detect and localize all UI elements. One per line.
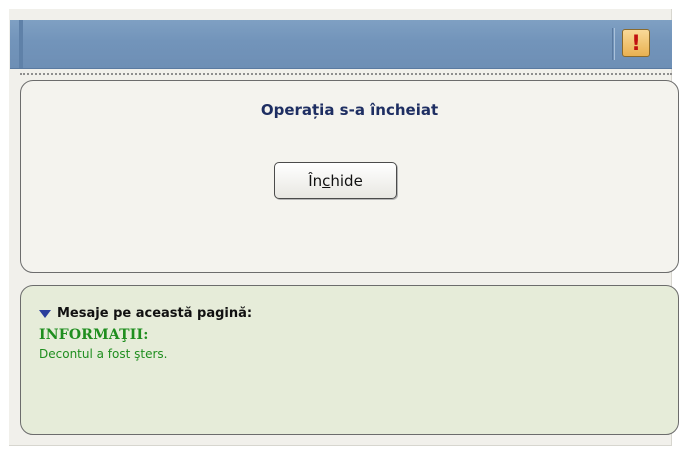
dialog-title: Operația s-a încheiat xyxy=(260,101,439,119)
exclamation-icon: ! xyxy=(631,30,641,55)
message-text: Decontul a fost şters. xyxy=(39,347,168,361)
message-type-label: INFORMAŢII: xyxy=(39,327,149,343)
triangle-down-icon xyxy=(39,310,51,318)
messages-panel: Mesaje pe această pagină: INFORMAŢII: De… xyxy=(20,285,679,435)
title-bar-separator xyxy=(612,28,615,60)
dialog-panel: Operația s-a încheiat În c hide xyxy=(20,80,679,273)
messages-header: Mesaje pe această pagină: xyxy=(57,306,253,321)
close-button-label-start: În xyxy=(308,171,323,190)
title-bar-grip xyxy=(19,20,23,68)
close-button[interactable]: În c hide xyxy=(274,162,397,199)
dotted-divider xyxy=(20,73,672,75)
messages-toggle[interactable]: Mesaje pe această pagină: xyxy=(39,306,252,321)
alert-button[interactable]: ! xyxy=(622,29,650,57)
close-button-accesskey: c xyxy=(322,171,331,190)
title-bar: ! xyxy=(10,20,672,69)
close-button-label-end: hide xyxy=(330,171,363,190)
